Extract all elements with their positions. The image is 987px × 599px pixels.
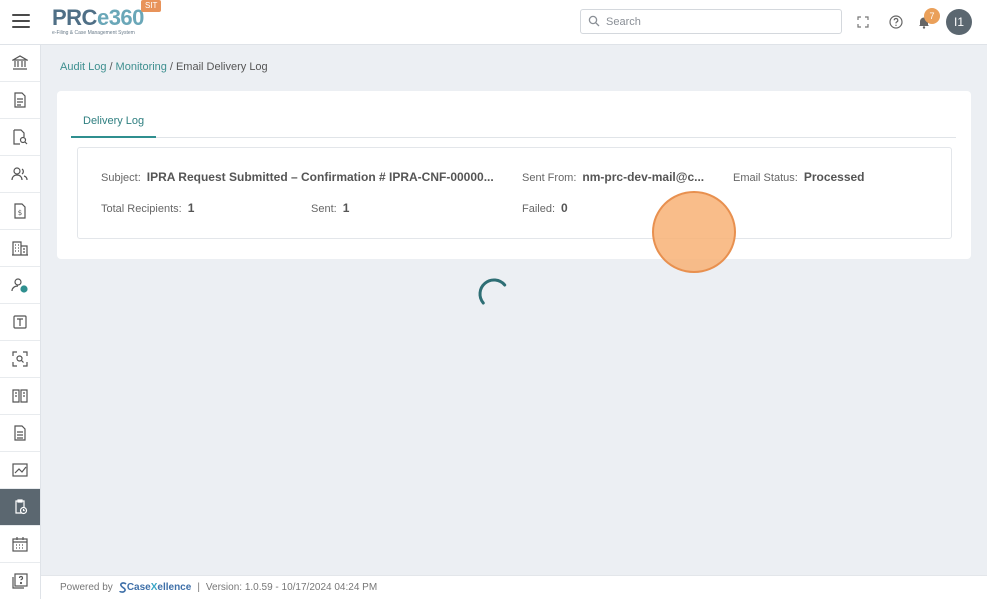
sidebar-item-files[interactable] (0, 415, 40, 452)
clipboard-clock-icon (15, 499, 28, 515)
sidebar-item-document-search[interactable] (0, 119, 40, 156)
logo-text: PRC (52, 5, 97, 30)
breadcrumb-separator: / (169, 61, 173, 73)
sidebar-item-users[interactable] (0, 156, 40, 193)
total-recipients-field: Total Recipients: 1 (101, 201, 194, 215)
total-recipients-value: 1 (187, 201, 195, 215)
help-icon[interactable] (886, 12, 906, 32)
powered-by-text: Powered by (60, 582, 113, 593)
sidebar-item-organizations[interactable] (0, 230, 40, 267)
sidebar-item-reading[interactable] (0, 378, 40, 415)
subject-label: Subject: (101, 172, 141, 184)
breadcrumb-monitoring[interactable]: Monitoring (116, 61, 167, 73)
brand-text-x: X (150, 582, 158, 593)
brand-text-ellence: ellence (157, 582, 192, 593)
book-icon (12, 389, 28, 403)
notification-count-badge: 7 (924, 8, 940, 24)
bank-icon (12, 55, 28, 70)
sent-value: 1 (342, 201, 350, 215)
sidebar-item-documents[interactable] (0, 82, 40, 119)
footer: Powered by Case Xellence | Version: 1.0.5… (41, 575, 987, 599)
cursor-click-indicator (652, 191, 736, 273)
breadcrumb-separator: / (109, 61, 113, 73)
fullscreen-icon[interactable] (853, 12, 873, 32)
sidebar-item-reports[interactable] (0, 452, 40, 489)
casexcellence-mark-icon (119, 582, 127, 593)
logo-text-360: e360 (96, 5, 144, 30)
sidebar-item-bank[interactable] (0, 45, 40, 82)
sent-label: Sent: (311, 203, 337, 215)
brand-text-case: Case (126, 582, 151, 593)
sidebar-item-scan-search[interactable] (0, 341, 40, 378)
scan-search-icon (12, 351, 28, 367)
invoice-icon: $ (14, 203, 26, 219)
sidebar-item-help-docs[interactable] (0, 563, 40, 599)
user-settings-icon (11, 278, 28, 293)
sent-from-field: Sent From: nm-prc-dev-mail@c... (522, 170, 704, 184)
sent-field: Sent: 1 (311, 201, 349, 215)
version-text: Version: 1.0.59 - 10/17/2024 04:24 PM (205, 582, 378, 593)
sent-from-label: Sent From: (522, 172, 577, 184)
sidebar-item-calendar[interactable] (0, 526, 40, 563)
loading-spinner-icon (478, 278, 507, 305)
document-icon (14, 92, 26, 108)
building-icon (12, 241, 28, 256)
users-icon (11, 167, 28, 181)
failed-field: Failed: 0 (522, 201, 568, 215)
email-status-value: Processed (803, 170, 865, 184)
calendar-icon (12, 537, 28, 552)
environment-badge: SIT (141, 0, 162, 12)
search-icon (588, 15, 600, 27)
sidebar-item-templates[interactable] (0, 304, 40, 341)
footer-separator: | (197, 582, 200, 593)
email-status-label: Email Status: (733, 172, 798, 184)
failed-label: Failed: (522, 203, 556, 215)
email-details-panel: Subject: IPRA Request Submitted – Confirm… (77, 147, 952, 239)
breadcrumb: Audit Log / Monitoring / Email Delivery Log (60, 61, 268, 73)
top-bar: PRCe360 e-Filing & Case Management Syste… (0, 0, 987, 45)
breadcrumb-current: Email Delivery Log (175, 61, 268, 73)
chart-icon (12, 463, 28, 477)
search-box[interactable] (580, 9, 842, 34)
search-input[interactable] (606, 13, 836, 30)
subject-field: Subject: IPRA Request Submitted – Confirm… (101, 170, 494, 184)
logo-subtitle: e-Filing & Case Management System (52, 30, 135, 36)
file-text-icon (14, 425, 26, 441)
sidebar-item-audit-log[interactable] (0, 489, 40, 526)
svg-text:$: $ (18, 209, 22, 217)
casexcellence-logo[interactable]: Case Xellence (119, 582, 192, 593)
help-docs-icon (12, 573, 28, 589)
sent-from-value: nm-prc-dev-mail@c... (582, 170, 705, 184)
delivery-log-card: Delivery Log Subject: IPRA Request Submit… (57, 91, 971, 259)
tab-delivery-log[interactable]: Delivery Log (71, 109, 157, 138)
tab-bar: Delivery Log (71, 91, 956, 138)
sidebar: $ (0, 45, 41, 599)
breadcrumb-audit-log[interactable]: Audit Log (60, 61, 106, 73)
sidebar-item-invoices[interactable]: $ (0, 193, 40, 230)
total-recipients-label: Total Recipients: (101, 203, 182, 215)
document-search-icon (13, 129, 28, 145)
user-avatar[interactable]: I1 (946, 9, 972, 35)
hamburger-menu-icon[interactable] (12, 14, 30, 30)
email-status-field: Email Status: Processed (733, 170, 865, 184)
template-icon (13, 315, 27, 329)
failed-value: 0 (561, 201, 568, 215)
subject-value: IPRA Request Submitted – Confirmation # … (146, 170, 494, 184)
sidebar-item-user-settings[interactable] (0, 267, 40, 304)
